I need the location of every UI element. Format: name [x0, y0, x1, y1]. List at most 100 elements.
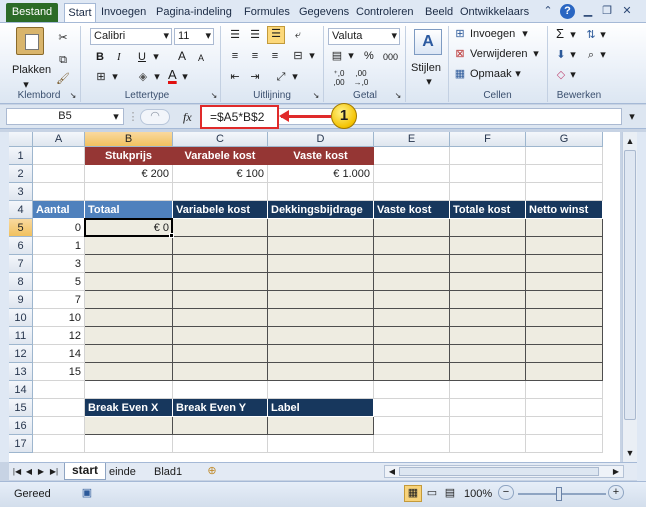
minimize-ribbon-icon[interactable]: ⌃ — [542, 4, 554, 18]
sheet-tab-blad1[interactable]: Blad1 — [154, 465, 182, 479]
row-header[interactable]: 4 — [9, 201, 33, 219]
insert-dropdown-icon[interactable]: ▾ — [520, 27, 530, 41]
zoom-slider[interactable] — [518, 493, 606, 495]
tab-review[interactable]: Controleren — [356, 4, 413, 20]
sort-filter-dropdown-icon[interactable]: ▾ — [598, 28, 608, 42]
name-box-dropdown-icon[interactable]: ▾ — [110, 110, 122, 124]
cell-c14[interactable] — [173, 381, 268, 399]
cell-c11[interactable] — [173, 327, 268, 345]
cell-f10[interactable] — [450, 309, 526, 327]
cell-b3[interactable] — [85, 183, 173, 201]
cell-e13[interactable] — [374, 363, 450, 381]
vertical-scrollbar[interactable]: ▲ ▼ — [622, 132, 637, 462]
cell-f7[interactable] — [450, 255, 526, 273]
last-sheet-icon[interactable]: ▶| — [48, 465, 60, 479]
delete-dropdown-icon[interactable]: ▾ — [531, 47, 541, 61]
autosum-button[interactable]: Σ — [556, 27, 564, 41]
paste-button-label[interactable]: Plakken — [12, 63, 51, 77]
page-layout-view-icon[interactable]: ▭ — [424, 486, 440, 500]
cell-g16[interactable] — [526, 417, 603, 435]
cell-d9[interactable] — [268, 291, 374, 309]
tab-page-layout[interactable]: Pagina-indeling — [156, 4, 232, 20]
row-header[interactable]: 17 — [9, 435, 33, 453]
autosum-dropdown-icon[interactable]: ▾ — [568, 28, 578, 42]
cell-c6[interactable] — [173, 237, 268, 255]
cell-e14[interactable] — [374, 381, 450, 399]
tab-data[interactable]: Gegevens — [299, 4, 349, 20]
orientation-dropdown-icon[interactable]: ▾ — [290, 70, 300, 84]
borders-dropdown-icon[interactable]: ▾ — [110, 70, 120, 84]
tab-insert[interactable]: Invoegen — [101, 4, 146, 20]
tab-developer[interactable]: Ontwikkelaars — [460, 4, 529, 20]
cell-c3[interactable] — [173, 183, 268, 201]
cell-a8[interactable]: 5 — [33, 273, 85, 291]
align-middle-icon[interactable]: ☰ — [248, 28, 262, 42]
scroll-left-icon[interactable]: ◀ — [387, 465, 397, 479]
cell-b8[interactable] — [85, 273, 173, 291]
cell-a2[interactable] — [33, 165, 85, 183]
cell-f17[interactable] — [450, 435, 526, 453]
row-header[interactable]: 3 — [9, 183, 33, 201]
align-right-icon[interactable]: ≡ — [268, 49, 282, 63]
cell-b11[interactable] — [85, 327, 173, 345]
cell-d5[interactable] — [268, 219, 374, 237]
restore-window-icon[interactable]: ❐ — [601, 4, 613, 18]
font-launcher-icon[interactable]: ↘ — [210, 91, 218, 101]
number-format-select[interactable]: Valuta ▾ — [328, 28, 400, 45]
cell-e16[interactable] — [374, 417, 450, 435]
cell-d15[interactable]: Label — [268, 399, 374, 417]
name-box[interactable]: B5 — [6, 108, 124, 125]
cell-g14[interactable] — [526, 381, 603, 399]
cell-d8[interactable] — [268, 273, 374, 291]
cell-c7[interactable] — [173, 255, 268, 273]
cell-b9[interactable] — [85, 291, 173, 309]
align-left-icon[interactable]: ≡ — [228, 49, 242, 63]
tab-home[interactable]: Start — [64, 3, 96, 23]
tab-view[interactable]: Beeld — [425, 4, 453, 20]
sort-filter-icon[interactable]: ⇅ — [583, 28, 599, 42]
cell-g9[interactable] — [526, 291, 603, 309]
scroll-down-icon[interactable]: ▼ — [624, 446, 636, 460]
cell-b7[interactable] — [85, 255, 173, 273]
cell-b17[interactable] — [85, 435, 173, 453]
cell-c15[interactable]: Break Even Y — [173, 399, 268, 417]
cell-e9[interactable] — [374, 291, 450, 309]
cell-c4[interactable]: Variabele kost — [173, 201, 268, 219]
format-cells-button[interactable]: Opmaak — [470, 67, 512, 81]
cell-a13[interactable]: 15 — [33, 363, 85, 381]
align-center-icon[interactable]: ≡ — [248, 49, 262, 63]
cell-e17[interactable] — [374, 435, 450, 453]
column-header[interactable]: A — [33, 132, 85, 147]
cell-f4[interactable]: Totale kost — [450, 201, 526, 219]
cell-d17[interactable] — [268, 435, 374, 453]
borders-icon[interactable]: ⊞ — [94, 70, 108, 84]
column-header[interactable]: C — [173, 132, 268, 147]
cell-e4[interactable]: Vaste kost — [374, 201, 450, 219]
cell-d13[interactable] — [268, 363, 374, 381]
cell-c1[interactable]: Varabele kost — [173, 147, 268, 165]
cell-g15[interactable] — [526, 399, 603, 417]
fill-dropdown-icon[interactable]: ▾ — [568, 48, 578, 62]
cell-c16[interactable] — [173, 417, 268, 435]
clipboard-launcher-icon[interactable]: ↘ — [69, 91, 77, 101]
prev-sheet-icon[interactable]: ◀ — [24, 465, 34, 479]
cell-f5[interactable] — [450, 219, 526, 237]
cell-g7[interactable] — [526, 255, 603, 273]
align-top-icon[interactable]: ☰ — [228, 28, 242, 42]
cell-a17[interactable] — [33, 435, 85, 453]
cell-e7[interactable] — [374, 255, 450, 273]
fill-color-dropdown-icon[interactable]: ▾ — [152, 70, 162, 84]
cell-g5[interactable] — [526, 219, 603, 237]
merge-center-icon[interactable]: ⊟ — [291, 49, 305, 63]
tab-formulas[interactable]: Formules — [244, 4, 290, 20]
cell-a12[interactable]: 14 — [33, 345, 85, 363]
worksheet-grid[interactable]: A B C D E F G 1 2 3 4 5 6 7 8 9 10 11 12 13 14 15 16 17 Stukprij… — [9, 132, 620, 462]
font-name-select[interactable]: Calibri ▾ — [90, 28, 172, 45]
cell-g8[interactable] — [526, 273, 603, 291]
cell-e10[interactable] — [374, 309, 450, 327]
font-color-dropdown-icon[interactable]: ▾ — [180, 70, 190, 84]
column-header[interactable]: F — [450, 132, 526, 147]
cell-a5[interactable]: 0 — [33, 219, 85, 237]
styles-icon[interactable]: A — [414, 29, 442, 55]
cell-a3[interactable] — [33, 183, 85, 201]
